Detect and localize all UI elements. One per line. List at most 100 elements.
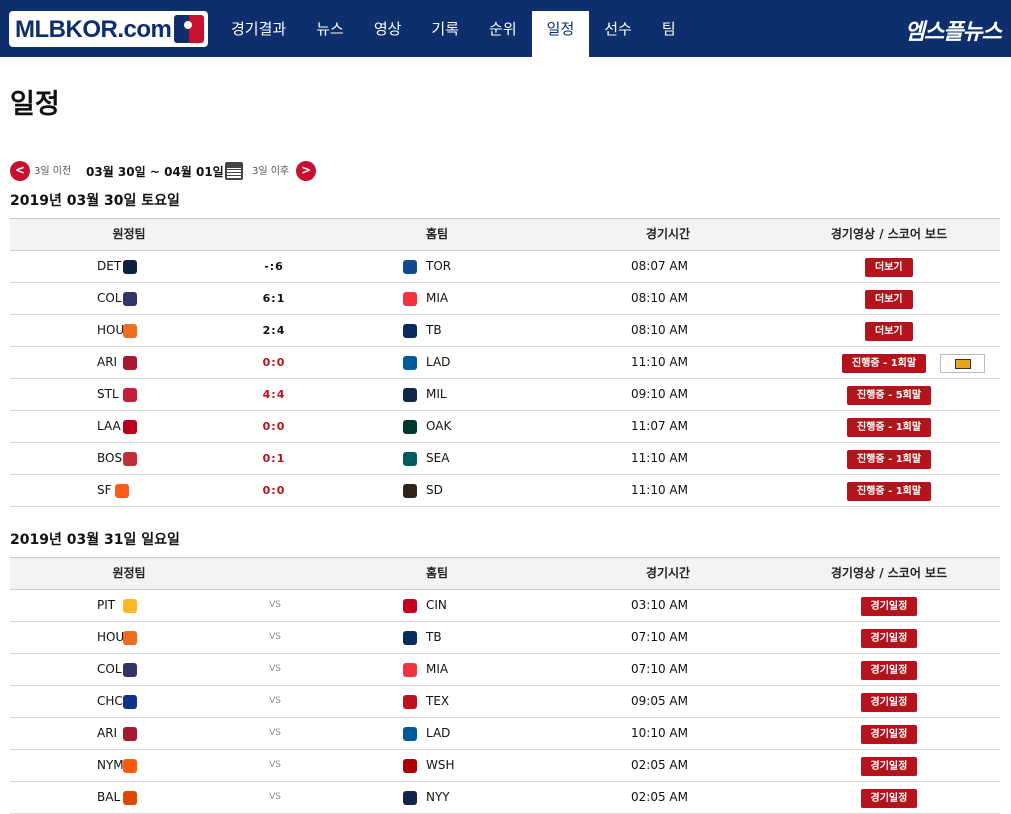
day-title: 2019년 03월 30일 토요일 xyxy=(10,193,180,209)
game-score: 0:0 xyxy=(262,356,286,369)
mlbkor-logo[interactable]: MLBKOR.com xyxy=(9,11,208,47)
game-row: PIT VS CIN 03:10 AM 경기일정 xyxy=(10,590,1000,622)
home-team[interactable]: NYY xyxy=(426,782,450,813)
game-time: 08:10 AM xyxy=(631,323,688,337)
home-team[interactable]: SD xyxy=(426,475,443,506)
marlins-logo-icon xyxy=(403,292,417,306)
away-team[interactable]: HOU xyxy=(97,622,124,653)
nav-tab-0[interactable]: 경기결과 xyxy=(216,11,301,57)
away-team[interactable]: ARI xyxy=(97,347,117,378)
game-time: 08:07 AM xyxy=(631,259,688,273)
away-team[interactable]: ARI xyxy=(97,718,117,749)
nav-tab-2[interactable]: 영상 xyxy=(359,11,417,57)
home-team[interactable]: TEX xyxy=(426,686,449,717)
vs-label: VS xyxy=(269,632,281,642)
home-team[interactable]: MIA xyxy=(426,654,448,685)
reds-logo-icon xyxy=(403,599,417,613)
tv-icon[interactable] xyxy=(940,354,985,373)
away-team[interactable]: NYM xyxy=(97,750,124,781)
vs-label: VS xyxy=(269,728,281,738)
game-row: ARI VS LAD 10:10 AM 경기일정 xyxy=(10,718,1000,750)
game-time: 11:07 AM xyxy=(631,419,688,433)
home-team[interactable]: MIL xyxy=(426,379,447,410)
vs-label: VS xyxy=(269,696,281,706)
away-team[interactable]: LAA xyxy=(97,411,121,442)
away-team[interactable]: HOU xyxy=(97,315,124,346)
nav-tab-4[interactable]: 순위 xyxy=(474,11,532,57)
schedule-button[interactable]: 경기일정 xyxy=(860,789,918,808)
home-team[interactable]: CIN xyxy=(426,590,447,621)
astros-logo-icon xyxy=(123,324,137,338)
schedule-button[interactable]: 경기일정 xyxy=(860,597,918,616)
live-status-button[interactable]: 진행중 - 1회말 xyxy=(847,450,932,469)
schedule-button[interactable]: 경기일정 xyxy=(860,661,918,680)
away-team[interactable]: COL xyxy=(97,283,122,314)
nav-tab-6[interactable]: 선수 xyxy=(589,11,647,57)
more-button[interactable]: 더보기 xyxy=(865,258,913,277)
redsox-logo-icon xyxy=(123,452,137,466)
more-button[interactable]: 더보기 xyxy=(865,322,913,341)
game-score: -:6 xyxy=(264,260,284,273)
game-row: NYM VS WSH 02:05 AM 경기일정 xyxy=(10,750,1000,782)
page-title: 일정 xyxy=(10,89,60,120)
game-row: LAA 0:0 OAK 11:07 AM 진행중 - 1회말 xyxy=(10,411,1000,443)
vs-label: VS xyxy=(269,760,281,770)
home-team[interactable]: LAD xyxy=(426,347,450,378)
live-status-button[interactable]: 진행중 - 1회말 xyxy=(847,418,932,437)
away-team[interactable]: BOS xyxy=(97,443,122,474)
col-header-video: 경기영상 / 스코어 보드 xyxy=(830,566,948,580)
schedule-button[interactable]: 경기일정 xyxy=(860,629,918,648)
live-status-button[interactable]: 진행중 - 1회말 xyxy=(842,354,927,373)
home-team[interactable]: OAK xyxy=(426,411,451,442)
game-row: STL 4:4 MIL 09:10 AM 진행중 - 5회말 xyxy=(10,379,1000,411)
more-button[interactable]: 더보기 xyxy=(865,290,913,309)
col-header-video: 경기영상 / 스코어 보드 xyxy=(830,227,948,241)
live-status-button[interactable]: 진행중 - 1회말 xyxy=(847,482,932,501)
schedule-button[interactable]: 경기일정 xyxy=(860,757,918,776)
dbacks-logo-icon xyxy=(123,356,137,370)
logo-text: MLBKOR.com xyxy=(15,16,172,43)
prev-days-label[interactable]: 3일 이전 xyxy=(34,162,71,177)
game-row: COL 6:1 MIA 08:10 AM 더보기 xyxy=(10,283,1000,315)
nav-tab-7[interactable]: 팀 xyxy=(647,11,691,57)
nav-tab-1[interactable]: 뉴스 xyxy=(301,11,359,57)
schedule-button[interactable]: 경기일정 xyxy=(860,693,918,712)
game-time: 10:10 AM xyxy=(631,726,688,740)
game-row: HOU VS TB 07:10 AM 경기일정 xyxy=(10,622,1000,654)
game-row: BAL VS NYY 02:05 AM 경기일정 xyxy=(10,782,1000,814)
col-header-away: 원정팀 xyxy=(112,227,146,241)
away-team[interactable]: DET xyxy=(97,251,121,282)
dodgers-logo-icon xyxy=(403,356,417,370)
away-team[interactable]: CHC xyxy=(97,686,123,717)
away-team[interactable]: BAL xyxy=(97,782,120,813)
top-nav-bar: MLBKOR.com 경기결과 뉴스 영상 기록 순위 일정 선수 팀 엠스플뉴스 xyxy=(0,0,1011,57)
cubs-logo-icon xyxy=(123,695,137,709)
home-team[interactable]: SEA xyxy=(426,443,449,474)
schedule-button[interactable]: 경기일정 xyxy=(860,725,918,744)
home-team[interactable]: TB xyxy=(426,622,442,653)
game-row: HOU 2:4 TB 08:10 AM 더보기 xyxy=(10,315,1000,347)
away-team[interactable]: STL xyxy=(97,379,119,410)
col-header-home: 홈팀 xyxy=(425,566,449,580)
mbcsports-brand-logo[interactable]: 엠스플뉴스 xyxy=(905,14,1002,46)
next-days-label[interactable]: 3일 이후 xyxy=(252,162,289,177)
schedule-table: 원정팀 홈팀 경기시간 경기영상 / 스코어 보드 DET -:6 TOR 08:07 AM 더… xyxy=(10,218,1000,507)
next-days-button[interactable]: > xyxy=(296,161,316,181)
live-status-button[interactable]: 진행중 - 5회말 xyxy=(847,386,932,405)
calendar-icon[interactable] xyxy=(225,162,243,180)
prev-days-button[interactable]: < xyxy=(10,161,30,181)
marlins-logo-icon xyxy=(403,663,417,677)
col-header-time: 경기시간 xyxy=(645,566,691,580)
home-team[interactable]: TOR xyxy=(426,251,451,282)
home-team[interactable]: LAD xyxy=(426,718,450,749)
home-team[interactable]: TB xyxy=(426,315,442,346)
tigers-logo-icon xyxy=(123,260,137,274)
home-team[interactable]: MIA xyxy=(426,283,448,314)
away-team[interactable]: SF xyxy=(97,475,112,506)
away-team[interactable]: PIT xyxy=(97,590,115,621)
nav-tab-3[interactable]: 기록 xyxy=(416,11,474,57)
home-team[interactable]: WSH xyxy=(426,750,455,781)
nav-tab-5[interactable]: 일정 xyxy=(531,11,590,57)
away-team[interactable]: COL xyxy=(97,654,122,685)
astros-logo-icon xyxy=(123,631,137,645)
